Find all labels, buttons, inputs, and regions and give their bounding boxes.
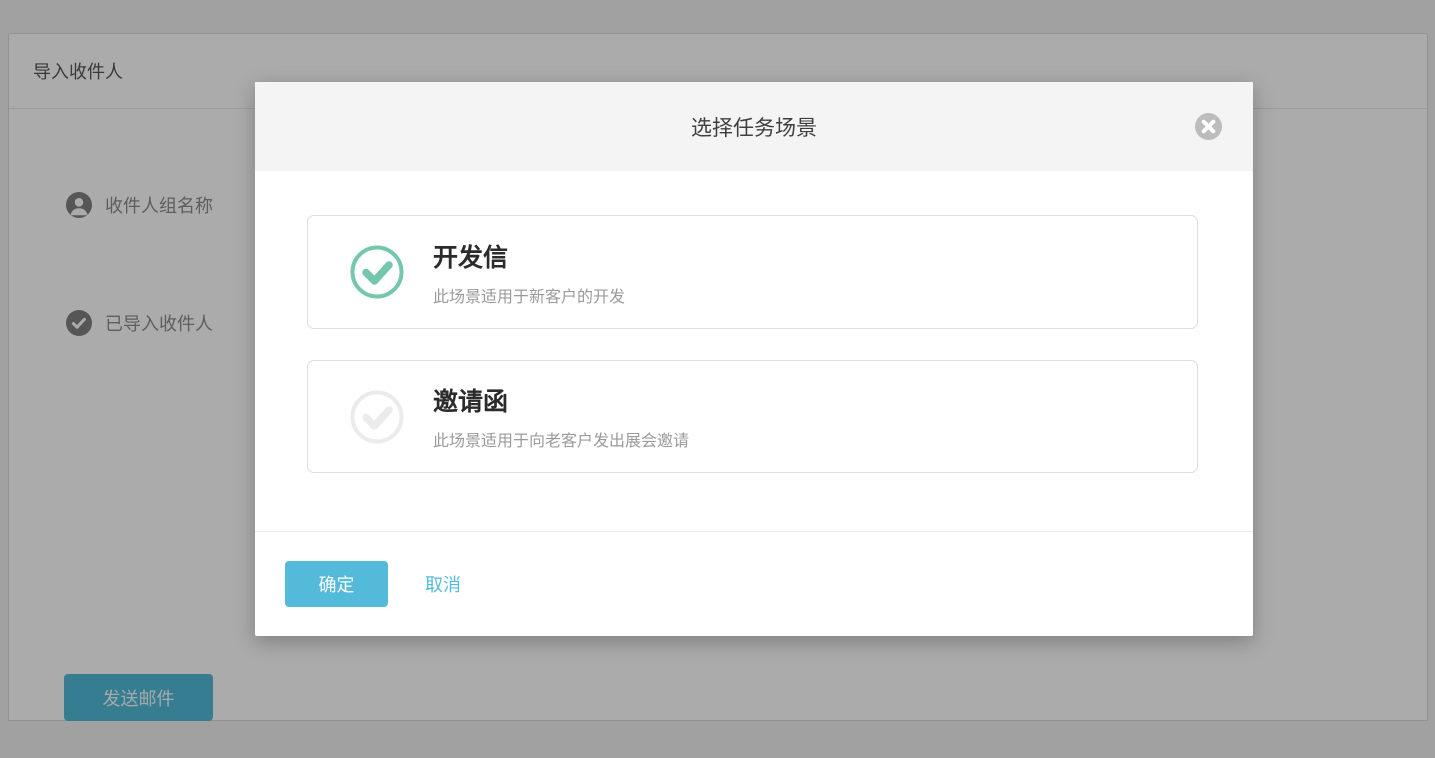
select-task-scenario-dialog: 选择任务场景 开发信 此场景适用于新客户的开发 邀请函 xyxy=(255,82,1253,636)
option-texts: 开发信 此场景适用于新客户的开发 xyxy=(433,238,625,307)
option-texts: 邀请函 此场景适用于向老客户发出展会邀请 xyxy=(433,382,689,451)
confirm-button[interactable]: 确定 xyxy=(285,561,388,607)
check-circle-icon xyxy=(350,245,404,299)
check-circle-icon xyxy=(350,390,404,444)
option-title: 开发信 xyxy=(433,238,625,274)
option-title: 邀请函 xyxy=(433,382,689,418)
option-description: 此场景适用于新客户的开发 xyxy=(433,283,625,307)
cancel-link[interactable]: 取消 xyxy=(425,571,461,597)
dialog-footer: 确定 取消 xyxy=(255,531,1253,636)
option-description: 此场景适用于向老客户发出展会邀请 xyxy=(433,427,689,451)
dialog-title: 选择任务场景 xyxy=(691,112,817,142)
close-icon[interactable] xyxy=(1195,113,1222,140)
option-invitation-letter[interactable]: 邀请函 此场景适用于向老客户发出展会邀请 xyxy=(307,360,1198,473)
option-development-letter[interactable]: 开发信 此场景适用于新客户的开发 xyxy=(307,215,1198,329)
dialog-header: 选择任务场景 xyxy=(255,82,1253,171)
